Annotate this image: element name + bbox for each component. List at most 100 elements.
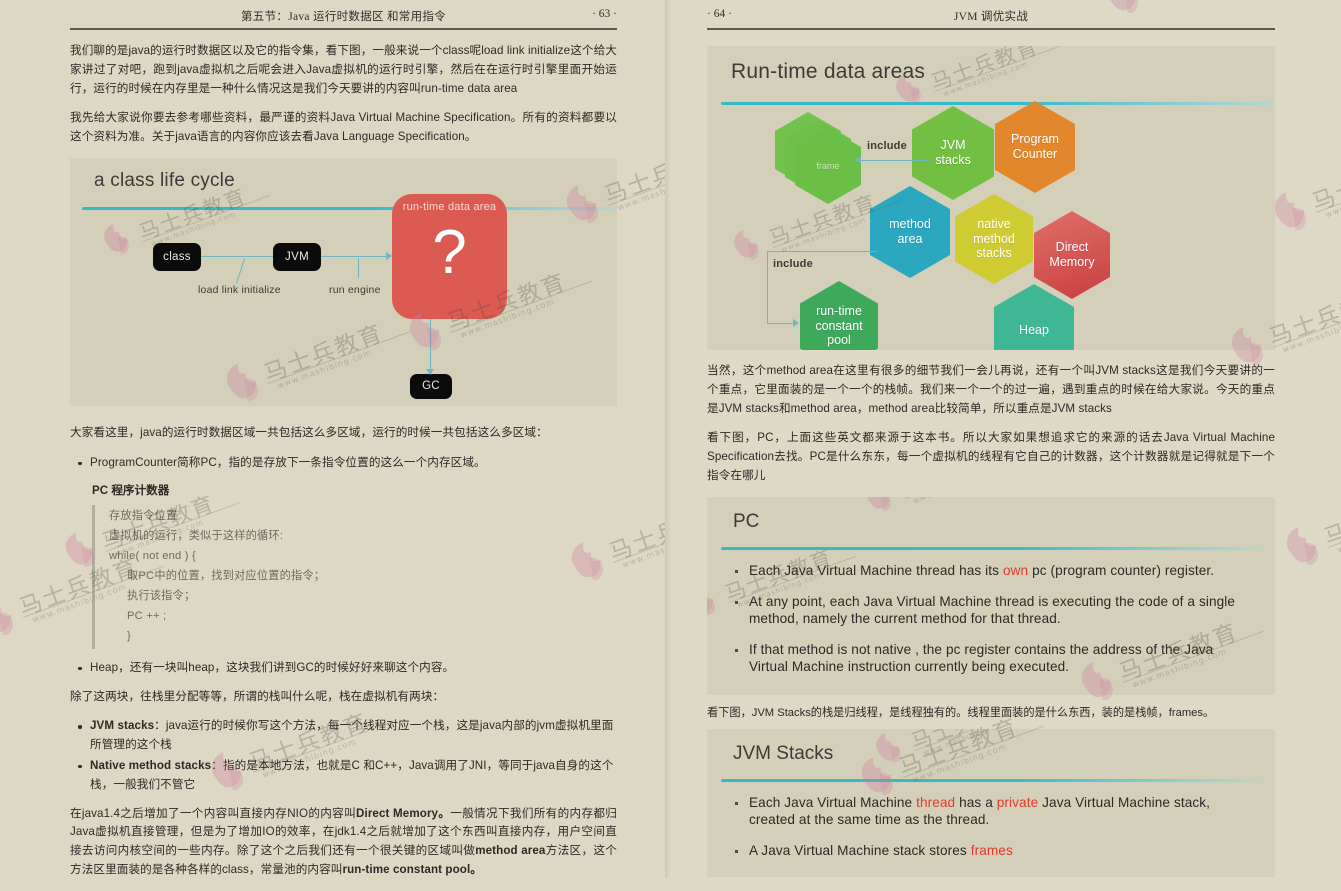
connector-include-top: [859, 160, 929, 161]
hexagon-jvm-stacks: JVM stacks: [912, 106, 994, 200]
hexagon-heap-label: Heap: [1019, 322, 1049, 337]
watermark-logo-icon: [876, 732, 901, 763]
tick-load: [236, 258, 245, 284]
bullet-native-term: Native method stacks: [90, 758, 212, 772]
slide-title: Run-time data areas: [731, 60, 926, 83]
jvms-bullet-0-highlight-private: private: [996, 794, 1039, 810]
slide-title: JVM Stacks: [733, 742, 834, 764]
node-runtime-data-area: run-time data area ?: [392, 193, 507, 319]
pc-bullet-2: If that method is not native , the pc re…: [735, 642, 1249, 676]
node-class-label: class: [163, 250, 191, 263]
left-page: 第五节：Java 运行时数据区 和常用指令 · 63 · 我们聊的是java的运…: [0, 0, 755, 878]
slide-jvm-stacks: JVM Stacks Each Java Virtual Machine thr…: [707, 728, 1275, 877]
bullet-program-counter: ProgramCounter简称PC，指的是存放下一条指令位置的这么一个内存区域…: [78, 454, 617, 473]
code-line-4: 执行该指令；: [127, 590, 196, 602]
pc-pseudocode-block: 存放指令位置 虚拟机的运行，类似于这样的循环: while( not end )…: [92, 505, 617, 649]
dm-term-rtcp: run-time constant pool。: [342, 862, 482, 876]
hexagon-program-counter: Program Counter: [995, 101, 1075, 193]
node-gc-label: GC: [422, 380, 440, 393]
paragraph-intro: 我们聊的是java的运行时数据区以及它的指令集，看下图，一般来说一个class呢…: [70, 44, 617, 95]
tick-engine: [358, 257, 359, 278]
hexagon-runtime-constant-pool-label: run-time constant pool: [815, 303, 863, 348]
bullet-jvm-stacks-term: JVM stacks: [90, 719, 155, 733]
pc-bullet-0-post: pc (program counter) register.: [1028, 562, 1215, 578]
dm-term-direct-memory: Direct Memory。: [356, 806, 451, 820]
pc-bullet-0-pre: Each Java Virtual Machine thread has its: [749, 562, 1003, 578]
code-line-2: while( not end ) {: [109, 550, 196, 563]
pc-bullet-0-highlight: own: [1002, 562, 1029, 578]
connector-include-left-v: [767, 251, 768, 323]
jvms-bullet-0: Each Java Virtual Machine thread has a p…: [735, 795, 1249, 829]
pc-bullet-2-pre: If that method is not native , the pc re…: [749, 641, 1214, 674]
watermark-logo-icon: [1286, 527, 1318, 565]
connector-jvm-rtda: [321, 255, 389, 257]
jvm-stacks-bullet-list: Each Java Virtual Machine thread has a p…: [735, 795, 1249, 874]
node-jvm: JVM: [273, 242, 321, 271]
question-mark-glyph: ?: [432, 217, 467, 287]
watermark-logo-icon: [0, 597, 13, 635]
hexagon-direct-memory: Direct Memory: [1034, 211, 1110, 299]
paragraph-direct-memory: 在java1.4之后增加了一个内容叫直接内存NIO的内容叫Direct Memo…: [70, 805, 617, 880]
code-line-6: }: [127, 629, 131, 642]
jvms-bullet-1-highlight-frames: frames: [970, 842, 1013, 858]
slide-title: a class life cycle: [94, 169, 235, 191]
paragraph-stacks-intro: 除了这两块，往栈里分配等等，所谓的栈叫什么呢，栈在虚拟机有两块：: [70, 689, 445, 703]
hexagon-heap: Heap: [994, 284, 1074, 350]
left-running-head: 第五节：Java 运行时数据区 和常用指令 · 63 ·: [70, 8, 617, 30]
bullet-native-method-stacks: Native method stacks：指的是本地方法，也就是C 和C++，J…: [78, 757, 617, 795]
watermark-logo-icon: [707, 584, 715, 615]
dm-term-method-area: method area: [475, 844, 546, 858]
paragraph-pc-note: 看下图，PC，上面这些英文都来源于这本书。所以大家如果想追求它的来源的话去Jav…: [707, 431, 1275, 482]
arrow-into-gc: [426, 368, 434, 375]
hexagon-runtime-constant-pool: run-time constant pool: [800, 281, 878, 350]
hexagon-method-area: method area: [870, 186, 950, 278]
runtime-data-area-caption: run-time data area: [402, 200, 497, 213]
watermark-logo-icon: [734, 230, 759, 260]
jvms-bullet-1-pre: A Java Virtual Machine stack stores: [749, 842, 971, 858]
slide-pc: PC Each Java Virtual Machine thread has …: [707, 496, 1275, 695]
bullet-list-heap: Heap，还有一块叫heap，这块我们讲到GC的时候好好来聊这个内容。: [70, 659, 617, 678]
code-line-0: 存放指令位置: [109, 510, 178, 523]
hexagon-direct-memory-label: Direct Memory: [1049, 240, 1095, 269]
bullet-jvm-stacks-text: ：java运行的时候你写这个方法，每一个线程对应一个栈，这是java内部的jvm…: [90, 719, 614, 752]
left-header-title: 第五节：Java 运行时数据区 和常用指令: [241, 11, 446, 23]
label-include-left: include: [773, 258, 813, 270]
pc-bullet-1: At any point, each Java Virtual Machine …: [735, 594, 1249, 628]
slide-runtime-data-areas: Run-time data areas frame JVM stacks Pro…: [707, 46, 1275, 350]
left-body: 我们聊的是java的运行时数据区以及它的指令集，看下图，一般来说一个class呢…: [70, 42, 617, 891]
paragraph-method-area-note: 当然，这个method area在这里有很多的细节我们一会儿再说，还有一个叫JV…: [707, 364, 1275, 415]
dm-text-a: 在java1.4之后增加了一个内容叫直接内存NIO的内容叫: [70, 806, 357, 820]
node-class: class: [153, 242, 201, 271]
hexagon-method-area-label: method area: [889, 217, 931, 246]
hexagon-frame-label: frame: [816, 160, 840, 171]
pc-bullet-0: Each Java Virtual Machine thread has its…: [735, 563, 1249, 580]
connector-include-left-h-top: [767, 251, 877, 252]
hexagon-native-method-stacks-label: native method stacks: [973, 216, 1015, 261]
label-load-link-initialize: load link initialize: [198, 283, 281, 296]
node-jvm-label: JVM: [285, 250, 309, 263]
paragraph-jvm-stacks-note: 看下图，JVM Stacks的栈是归线程，是线程独有的。线程里面装的是什么东西，…: [707, 706, 1215, 719]
hexagon-native-method-stacks: native method stacks: [955, 194, 1033, 284]
left-page-number: · 63 ·: [592, 8, 617, 20]
pc-sub-label: PC 程序计数器: [92, 484, 170, 498]
slide-title: PC: [733, 510, 760, 532]
label-include-top: include: [867, 140, 907, 152]
pc-bullet-1-pre: At any point, each Java Virtual Machine …: [749, 593, 1236, 626]
hexagon-jvm-stacks-label: JVM stacks: [935, 138, 971, 167]
paragraph-spec: 我先给大家说你要去参考哪些资料，最严谨的资料Java Virtual Machi…: [70, 111, 617, 144]
right-running-head: JVM 调优实战 · 64 ·: [707, 8, 1275, 30]
code-line-5: PC ++ ;: [127, 609, 167, 622]
right-page-number: · 64 ·: [707, 8, 732, 20]
arrow-into-rtda: [386, 251, 392, 260]
slide-divider: [721, 546, 1261, 550]
jvms-bullet-0-highlight-thread: thread: [916, 794, 956, 810]
watermark-logo-icon: [866, 496, 891, 511]
book-spread: 第五节：Java 运行时数据区 和常用指令 · 63 · 我们聊的是java的运…: [0, 0, 1341, 878]
header-rule: [707, 28, 1275, 30]
code-line-3: 取PC中的位置，找到对应位置的指令；: [127, 570, 326, 583]
right-page: JVM 调优实战 · 64 · Run-time data areas fram…: [665, 0, 1341, 878]
connector-rtda-gc: [430, 318, 431, 374]
right-body: Run-time data areas frame JVM stacks Pro…: [707, 42, 1275, 887]
connector-class-jvm: [201, 255, 273, 257]
watermark-logo-icon: [104, 223, 129, 254]
